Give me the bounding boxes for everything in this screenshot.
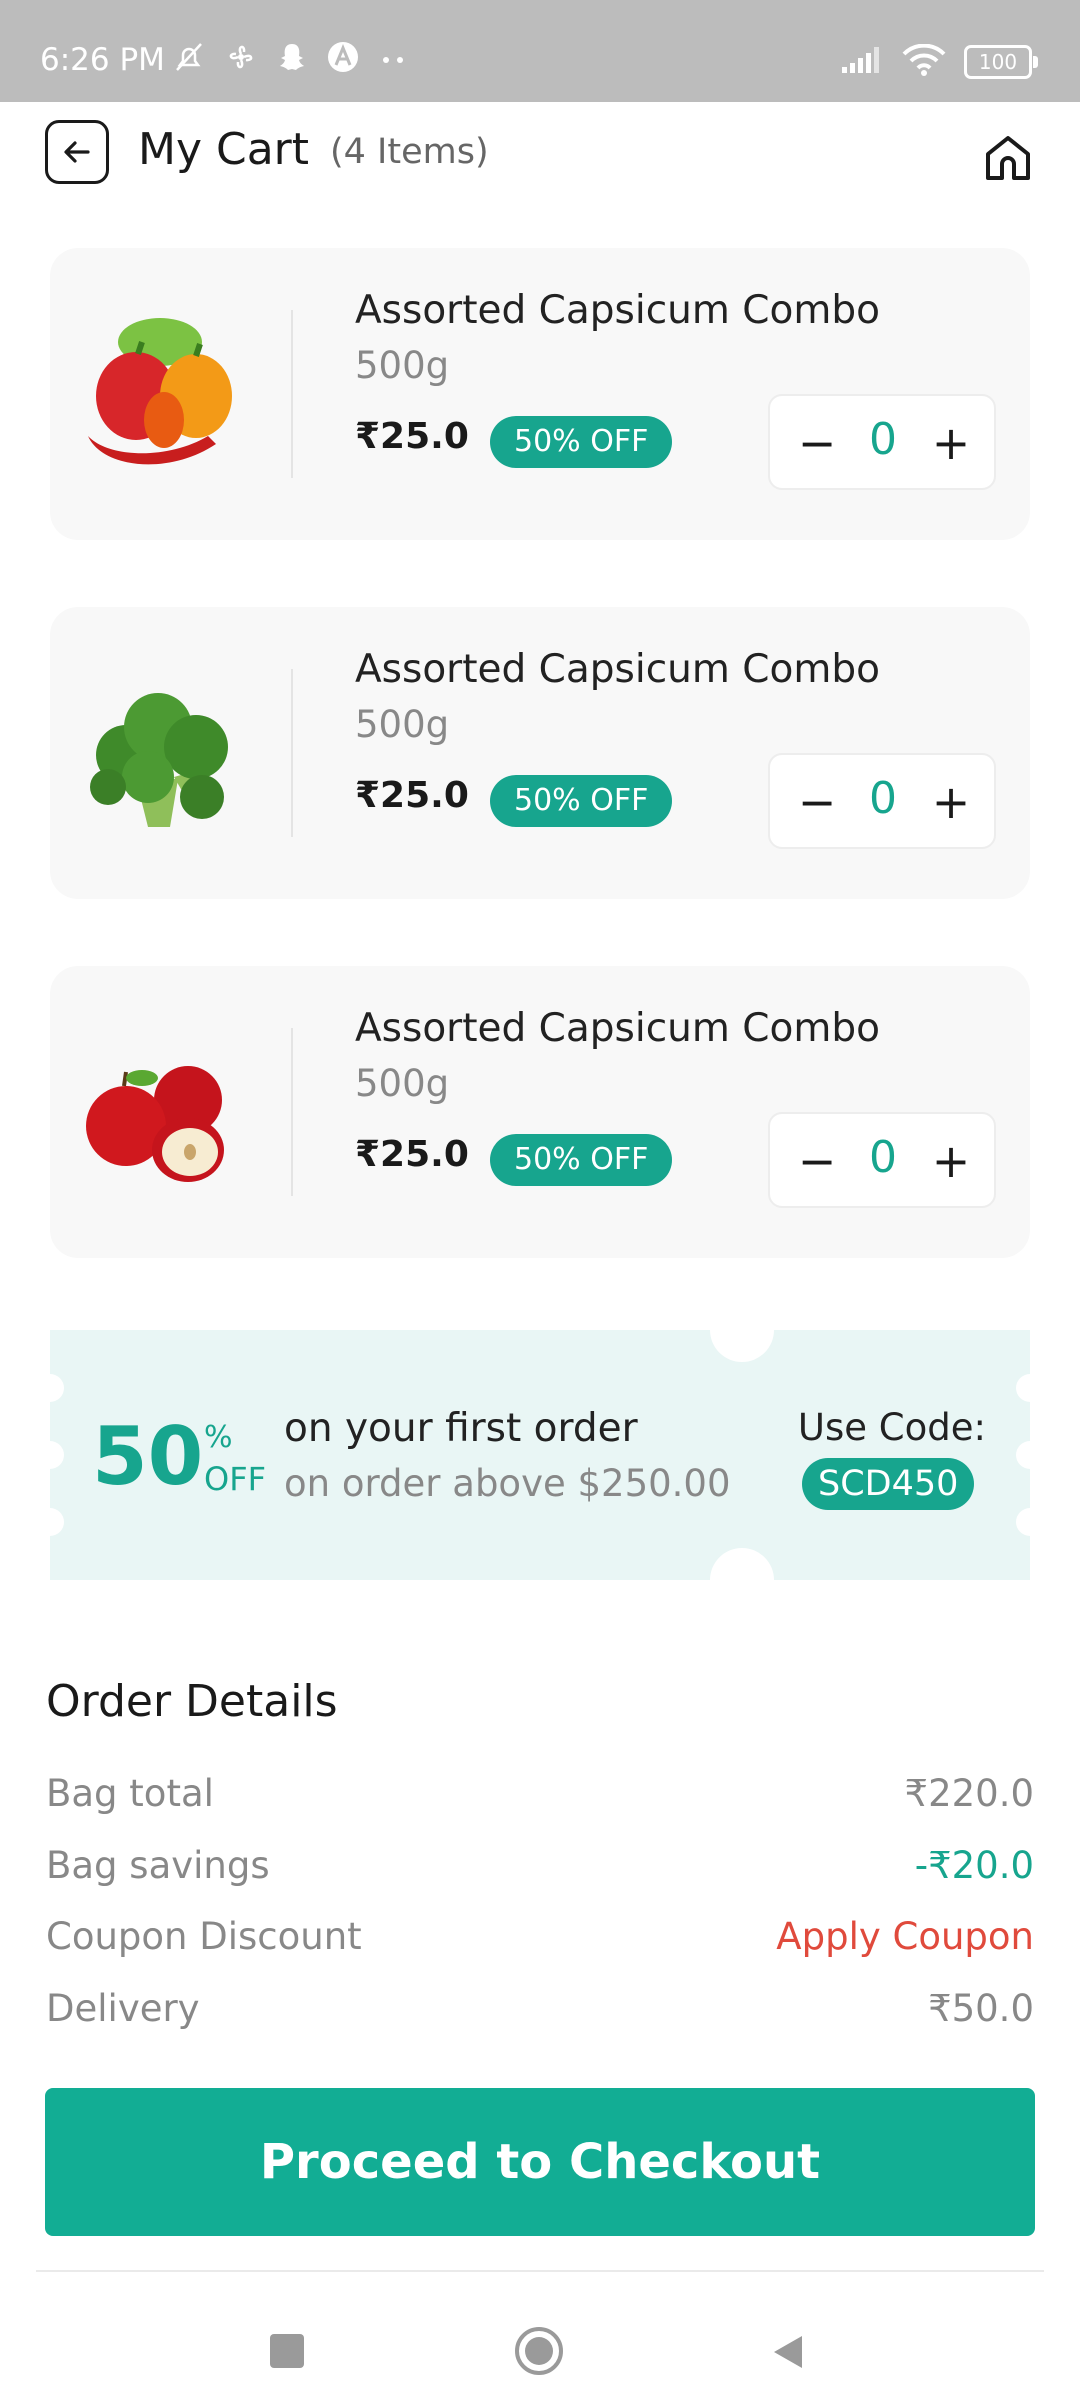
coupon-amount: 50 [92,1410,204,1503]
ticket-notch [1016,1441,1044,1469]
proceed-to-checkout-button[interactable]: Proceed to Checkout [45,2088,1035,2236]
increment-button[interactable]: + [926,1134,976,1188]
cart-header: My Cart (4 Items) [0,102,1080,212]
quantity-stepper: − 0 + [768,753,996,849]
pinwheel-icon [224,40,258,78]
ticket-notch [36,1374,64,1402]
row-value: ₹220.0 [904,1772,1034,1815]
cart-item: Assorted Capsicum Combo 500g ₹25.0 50% O… [50,607,1030,899]
item-weight: 500g [355,1062,450,1105]
coupon-percent: % [204,1420,233,1455]
cart-item: Assorted Capsicum Combo 500g ₹25.0 50% O… [50,966,1030,1258]
divider [291,1028,293,1196]
status-bar: 6:26 PM 100 [0,0,1080,102]
item-price: ₹25.0 [355,1134,469,1175]
page-title: My Cart [138,124,310,175]
ticket-notch [36,1441,64,1469]
coupon-headline: on your first order [284,1406,638,1451]
order-details-title: Order Details [46,1676,338,1727]
home-icon [986,136,1030,180]
discount-badge: 50% OFF [490,416,673,468]
apple-image [78,1026,238,1196]
more-dots-icon [378,50,408,69]
increment-button[interactable]: + [926,416,976,470]
capsicum-image [78,308,238,478]
item-name: Assorted Capsicum Combo [355,1006,880,1051]
status-time: 6:26 PM [40,42,165,78]
coupon-off: OFF [204,1460,266,1498]
discount-badge: 50% OFF [490,1134,673,1186]
battery-icon: 100 [964,45,1038,79]
quantity-stepper: − 0 + [768,394,996,490]
broccoli-image [78,667,238,837]
home-button[interactable] [980,130,1036,186]
item-weight: 500g [355,344,450,387]
order-row-bag-savings: Bag savings -₹20.0 [46,1844,1034,1904]
order-row-coupon-discount: Coupon Discount Apply Coupon [46,1915,1034,1975]
nav-home-icon[interactable] [514,2326,564,2376]
snapchat-icon [276,41,308,77]
quantity-value: 0 [869,414,897,465]
coupon-code-label: Use Code: [797,1406,986,1449]
item-weight: 500g [355,703,450,746]
mute-bell-icon [172,40,206,78]
quantity-value: 0 [869,1132,897,1183]
status-icons-right: 100 [840,43,1038,80]
back-button[interactable] [45,120,109,184]
decrement-button[interactable]: − [792,1134,842,1188]
item-name: Assorted Capsicum Combo [355,647,880,692]
row-label: Bag savings [46,1844,270,1887]
row-value: -₹20.0 [914,1844,1034,1887]
row-label: Coupon Discount [46,1915,362,1958]
item-price: ₹25.0 [355,416,469,457]
wifi-icon [902,43,946,80]
cart-item: Assorted Capsicum Combo 500g ₹25.0 50% O… [50,248,1030,540]
decrement-button[interactable]: − [792,775,842,829]
recent-apps-icon[interactable] [270,2334,304,2368]
apply-coupon-link[interactable]: Apply Coupon [776,1915,1034,1958]
coupon-condition: on order above $250.00 [284,1462,731,1505]
signal-icon [840,45,884,79]
nav-back-icon[interactable] [768,2332,808,2372]
discount-badge: 50% OFF [490,775,673,827]
app-logo-icon [326,40,360,78]
ticket-notch [36,1508,64,1536]
ticket-notch [710,1548,774,1612]
ticket-notch [710,1298,774,1362]
status-icons-left [172,40,408,78]
system-nav-bar [0,2272,1080,2400]
item-price: ₹25.0 [355,775,469,816]
ticket-notch [1016,1374,1044,1402]
coupon-banner[interactable]: 50 % OFF on your first order on order ab… [36,1298,1044,1612]
arrow-left-icon [64,141,90,163]
divider [291,310,293,478]
row-label: Bag total [46,1772,214,1815]
item-count: (4 Items) [330,132,489,172]
order-row-bag-total: Bag total ₹220.0 [46,1772,1034,1832]
increment-button[interactable]: + [926,775,976,829]
decrement-button[interactable]: − [792,416,842,470]
order-row-delivery: Delivery ₹50.0 [46,1987,1034,2047]
ticket-notch [1016,1508,1044,1536]
divider [291,669,293,837]
row-value: ₹50.0 [928,1987,1034,2030]
quantity-value: 0 [869,773,897,824]
row-label: Delivery [46,1987,200,2030]
coupon-code[interactable]: SCD450 [802,1458,975,1510]
item-name: Assorted Capsicum Combo [355,288,880,333]
quantity-stepper: − 0 + [768,1112,996,1208]
